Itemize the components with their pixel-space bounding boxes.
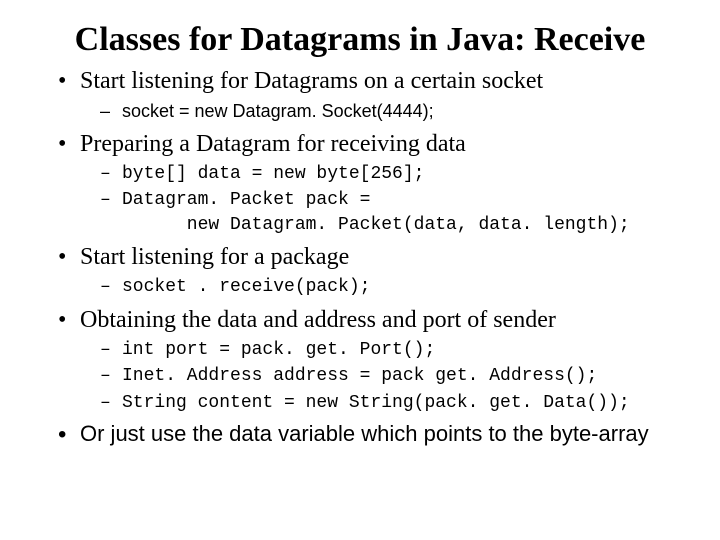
bullet-list-level2: byte[] data = new byte[256]; Datagram. P… (100, 162, 680, 237)
list-item: Datagram. Packet pack = new Datagram. Pa… (100, 188, 680, 237)
bullet-list-level1: Start listening for Datagrams on a certa… (58, 65, 680, 449)
list-item: String content = new String(pack. get. D… (100, 391, 680, 415)
item-text: Start listening for Datagrams on a certa… (80, 68, 543, 94)
bullet-list-level2: socket = new Datagram. Socket(4444); (100, 99, 680, 123)
list-item: int port = pack. get. Port(); (100, 338, 680, 362)
list-item: Inet. Address address = pack get. Addres… (100, 364, 680, 388)
item-text: Start listening for a package (80, 244, 349, 270)
item-text: Preparing a Datagram for receiving data (80, 131, 466, 157)
list-item: socket = new Datagram. Socket(4444); (100, 99, 680, 123)
bullet-list-level2: socket . receive(pack); (100, 275, 680, 299)
list-item: Preparing a Datagram for receiving data … (58, 128, 680, 237)
list-item: Obtaining the data and address and port … (58, 304, 680, 415)
list-item: byte[] data = new byte[256]; (100, 162, 680, 186)
bullet-list-level2: int port = pack. get. Port(); Inet. Addr… (100, 338, 680, 415)
item-text: Obtaining the data and address and port … (80, 307, 556, 333)
item-text: Or just use the data variable which poin… (80, 421, 649, 446)
list-item: socket . receive(pack); (100, 275, 680, 299)
slide-title: Classes for Datagrams in Java: Receive (40, 20, 680, 59)
list-item: Start listening for a package socket . r… (58, 241, 680, 300)
list-item: Start listening for Datagrams on a certa… (58, 65, 680, 124)
list-item: Or just use the data variable which poin… (58, 419, 680, 449)
